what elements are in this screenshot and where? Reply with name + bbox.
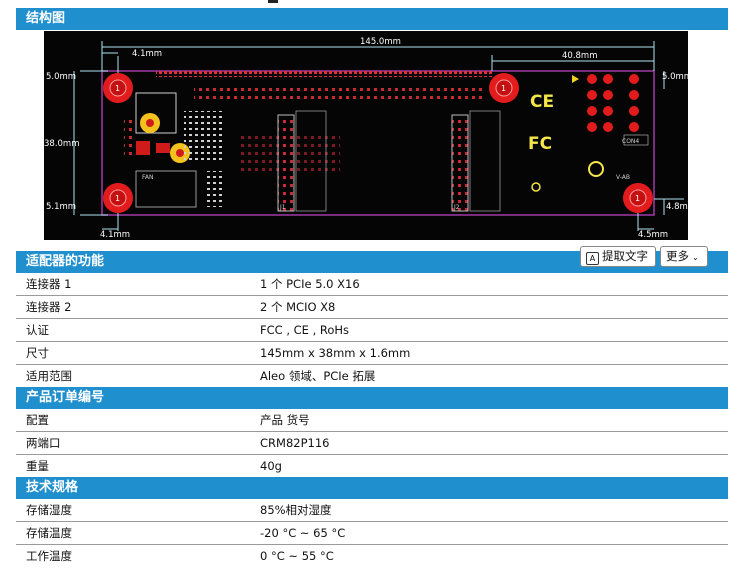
row-value: 145mm x 38mm x 1.6mm <box>260 346 411 360</box>
section-header-ordering: 产品订单编号 <box>16 387 728 409</box>
row-key: 重量 <box>26 459 49 473</box>
pcb-structure-diagram: CE FC 1 1 1 1 CON4 J1 J2 V-AB FAN 145.0m… <box>44 31 696 240</box>
table-row: 工作温度 0 °C ~ 55 °C <box>16 545 728 567</box>
table-row: 存储温度 -20 °C ~ 65 °C <box>16 522 728 545</box>
extract-text-label: 提取文字 <box>602 249 648 263</box>
row-value: 85%相对湿度 <box>260 503 332 517</box>
edge-fingers-top <box>156 69 492 77</box>
row-key: 连接器 1 <box>26 277 72 291</box>
table-row: 存储湿度 85%相对湿度 <box>16 499 728 522</box>
table-row: 认证 FCC , CE , RoHs <box>16 319 728 342</box>
section-header-structure: 结构图 <box>16 8 728 30</box>
svg-text:145.0mm: 145.0mm <box>360 37 401 47</box>
svg-text:J2: J2 <box>453 204 460 211</box>
svg-text:1: 1 <box>635 194 640 203</box>
svg-text:FAN: FAN <box>142 174 154 181</box>
row-key: 存储湿度 <box>26 503 72 517</box>
svg-text:4.1mm: 4.1mm <box>132 49 162 59</box>
section-title: 产品订单编号 <box>26 390 105 405</box>
table-row: 适用范围 Aleo 领域、PCIe 拓展 <box>16 365 728 387</box>
row-key: 连接器 2 <box>26 300 72 314</box>
section-header-specs: 技术规格 <box>16 477 728 499</box>
svg-text:J1: J1 <box>279 204 286 211</box>
pcb-drawing: CE FC 1 1 1 1 CON4 J1 J2 V-AB FAN 145.0m… <box>44 37 696 240</box>
row-value: 1 个 PCIe 5.0 X16 <box>260 277 360 291</box>
row-value: -20 °C ~ 65 °C <box>260 526 346 540</box>
svg-text:5.0mm: 5.0mm <box>662 72 688 82</box>
row-key: 认证 <box>26 323 49 337</box>
svg-text:5.0mm: 5.0mm <box>46 72 76 82</box>
row-key: 存储温度 <box>26 526 72 540</box>
row-key: 配置 <box>26 413 49 427</box>
top-edge <box>0 0 745 6</box>
text-scan-icon: A <box>586 252 599 265</box>
svg-text:4.8mm: 4.8mm <box>666 202 688 212</box>
table-row: 配置 产品 货号 <box>16 409 728 432</box>
row-value: 40g <box>260 459 282 473</box>
svg-text:1: 1 <box>115 84 120 93</box>
svg-text:4.5mm: 4.5mm <box>638 230 668 240</box>
svg-text:40.8mm: 40.8mm <box>562 51 598 61</box>
row-value: Aleo 领域、PCIe 拓展 <box>260 369 376 383</box>
more-label: 更多 <box>666 249 689 263</box>
section-title: 适配器的功能 <box>26 254 105 269</box>
row-value: FCC , CE , RoHs <box>260 323 350 337</box>
connector-j2 <box>451 114 469 212</box>
row-value: 产品 货号 <box>260 413 310 427</box>
section-title: 结构图 <box>26 11 66 26</box>
ce-mark: CE <box>530 92 554 112</box>
table-row: 尺寸 145mm x 38mm x 1.6mm <box>16 342 728 365</box>
svg-text:1: 1 <box>115 194 120 203</box>
svg-text:V-AB: V-AB <box>616 174 630 181</box>
row-key: 两端口 <box>26 436 61 450</box>
svg-text:CON4: CON4 <box>622 138 639 145</box>
extract-text-button[interactable]: A 提取文字 <box>580 246 656 267</box>
more-button[interactable]: 更多 ⌄ <box>660 246 708 267</box>
row-key: 尺寸 <box>26 346 49 360</box>
row-value: 2 个 MCIO X8 <box>260 300 336 314</box>
table-row: 连接器 2 2 个 MCIO X8 <box>16 296 728 319</box>
row-value: CRM82P116 <box>260 436 330 450</box>
table-row: 连接器 1 1 个 PCIe 5.0 X16 <box>16 273 728 296</box>
pad-array-top <box>194 83 484 103</box>
row-value: 0 °C ~ 55 °C <box>260 549 334 563</box>
cropped-glyph <box>268 0 278 3</box>
svg-text:38.0mm: 38.0mm <box>44 139 80 149</box>
svg-text:4.1mm: 4.1mm <box>100 230 130 240</box>
section-title: 技术规格 <box>26 480 79 495</box>
connector-j1 <box>277 114 295 212</box>
fc-mark: FC <box>528 134 552 154</box>
svg-text:1: 1 <box>501 84 506 93</box>
table-row: 两端口 CRM82P116 <box>16 432 728 455</box>
chevron-down-icon: ⌄ <box>692 253 699 262</box>
row-key: 适用范围 <box>26 369 72 383</box>
table-row: 重量 40g <box>16 455 728 477</box>
row-key: 工作温度 <box>26 549 72 563</box>
svg-text:5.1mm: 5.1mm <box>46 202 76 212</box>
